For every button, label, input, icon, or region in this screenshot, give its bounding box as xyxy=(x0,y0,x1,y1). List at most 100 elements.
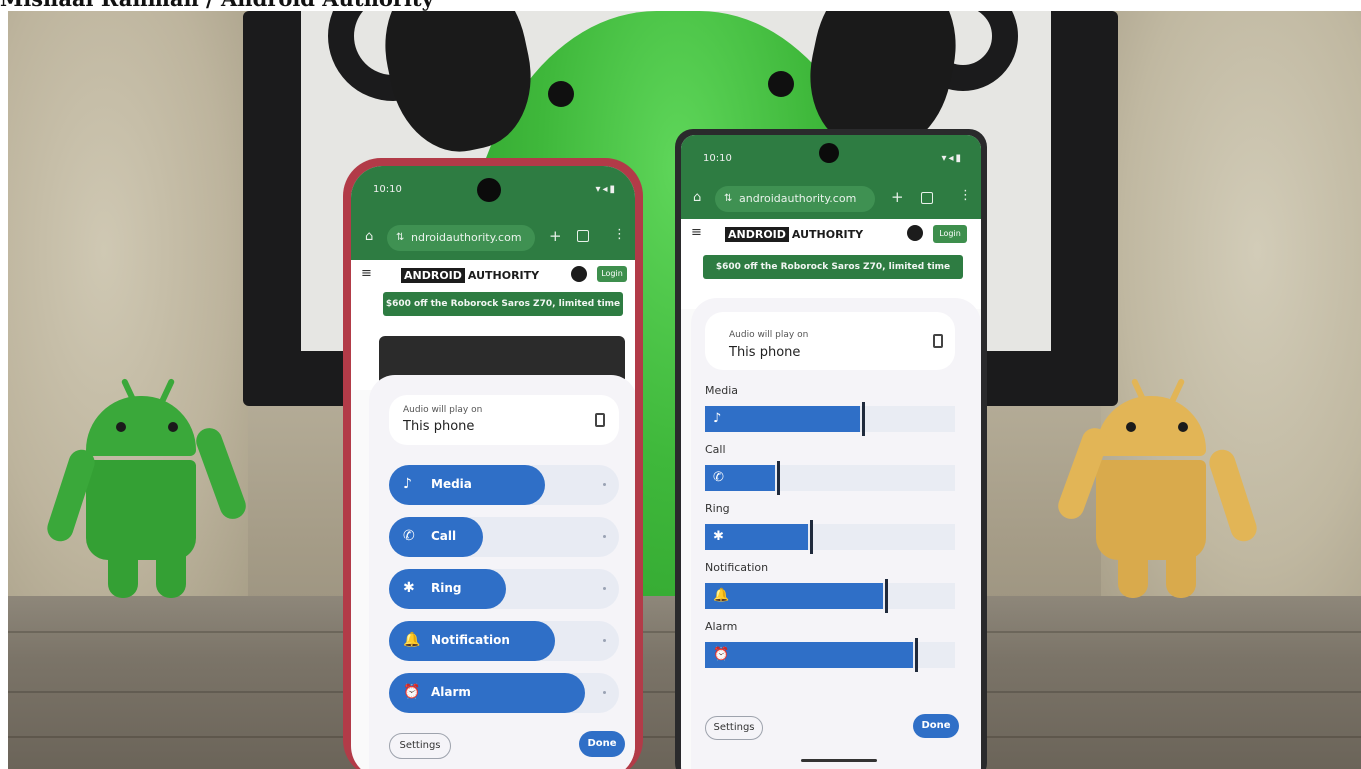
slider-fill: ✆ Call xyxy=(389,517,483,557)
plush-eye xyxy=(768,71,794,97)
home-icon[interactable]: ⌂ xyxy=(365,229,373,244)
android-body xyxy=(86,460,196,560)
slider-label: Alarm xyxy=(431,685,471,699)
android-eye xyxy=(1126,422,1136,432)
site-settings-icon[interactable]: ⇅ xyxy=(396,225,404,251)
settings-button[interactable]: Settings xyxy=(705,716,763,740)
status-bar: 10:10 ▾◂▮ xyxy=(681,135,981,183)
notification-icon: 🔔 xyxy=(403,632,421,648)
tabs-icon[interactable] xyxy=(921,192,933,204)
camera-cutout xyxy=(477,178,501,202)
output-device-card[interactable]: Audio will play on This phone xyxy=(705,312,955,370)
url-bar[interactable]: ⇅ androidauthority.com xyxy=(715,186,875,212)
slider-thumb[interactable] xyxy=(777,461,780,495)
plush-eye xyxy=(548,81,574,107)
new-tab-icon[interactable]: + xyxy=(891,188,904,206)
slider-fill: ✆ xyxy=(705,465,775,491)
login-button[interactable]: Login xyxy=(597,266,627,282)
volume-slider-alarm[interactable]: ⏰ xyxy=(705,638,955,672)
promo-banner[interactable]: $600 off the Roborock Saros Z70, limited… xyxy=(383,292,623,316)
left-phone: 10:10 ▾◂▮ ⌂ ⇅ ndroidauthority.com + ⋮ ≡ … xyxy=(343,158,643,769)
site-logo[interactable]: ANDROID AUTHORITY xyxy=(401,268,539,283)
slider-label: Call xyxy=(431,529,457,543)
url-text: androidauthority.com xyxy=(739,192,857,205)
status-time: 10:10 xyxy=(703,153,732,164)
promo-banner[interactable]: $600 off the Roborock Saros Z70, limited… xyxy=(703,255,963,279)
volume-panel: Audio will play on This phone ♪ Media ✆ Cal… xyxy=(369,375,635,769)
volume-panel: Audio will play on This phone Media ♪ Call… xyxy=(691,298,981,769)
android-leg xyxy=(156,546,186,598)
slider-label: Media xyxy=(431,477,472,491)
gesture-nav-handle[interactable] xyxy=(801,759,877,762)
media-icon: ♪ xyxy=(403,476,412,492)
done-button[interactable]: Done xyxy=(913,714,959,738)
volume-slider-notification[interactable]: 🔔 xyxy=(705,579,955,613)
menu-icon[interactable]: ⋮ xyxy=(959,188,972,203)
alarm-icon: ⏰ xyxy=(403,684,421,700)
slider-end-dot xyxy=(603,483,606,486)
slider-thumb[interactable] xyxy=(915,638,918,672)
status-icons: ▾◂▮ xyxy=(941,153,963,164)
slider-thumb[interactable] xyxy=(862,402,865,436)
slider-label: Ring xyxy=(705,502,730,515)
green-android-figure xyxy=(43,377,258,616)
hamburger-icon[interactable]: ≡ xyxy=(361,266,372,281)
logo-text: AUTHORITY xyxy=(791,228,864,241)
android-arm xyxy=(1205,446,1261,545)
slider-label: Ring xyxy=(431,581,462,595)
volume-slider-ring[interactable]: ✱ xyxy=(705,520,955,554)
tabs-icon[interactable] xyxy=(577,230,589,242)
photo: 10:10 ▾◂▮ ⌂ ⇅ ndroidauthority.com + ⋮ ≡ … xyxy=(8,11,1361,769)
logo-box: ANDROID xyxy=(401,268,465,283)
status-time: 10:10 xyxy=(373,184,402,195)
volume-slider-call[interactable]: ✆ Call xyxy=(389,517,619,557)
android-eye xyxy=(168,422,178,432)
slider-end-dot xyxy=(603,639,606,642)
notification-icon: 🔔 xyxy=(713,588,730,603)
done-button[interactable]: Done xyxy=(579,731,625,757)
slider-end-dot xyxy=(603,535,606,538)
bell-icon[interactable] xyxy=(571,266,587,282)
browser-toolbar: ⌂ ⇅ androidauthority.com + ⋮ xyxy=(681,179,981,219)
site-settings-icon[interactable]: ⇅ xyxy=(724,186,732,212)
slider-thumb[interactable] xyxy=(885,579,888,613)
hamburger-icon[interactable]: ≡ xyxy=(691,225,702,240)
bell-icon[interactable] xyxy=(907,225,923,241)
url-bar[interactable]: ⇅ ndroidauthority.com xyxy=(387,225,535,251)
home-icon[interactable]: ⌂ xyxy=(693,190,701,205)
slider-label: Media xyxy=(705,384,739,397)
media-icon: ♪ xyxy=(713,411,722,426)
volume-slider-notification[interactable]: 🔔 Notification xyxy=(389,621,619,661)
login-button[interactable]: Login xyxy=(933,225,967,243)
android-leg xyxy=(1166,546,1196,598)
status-icons: ▾◂▮ xyxy=(595,184,617,195)
android-eye xyxy=(1178,422,1188,432)
volume-slider-call[interactable]: ✆ xyxy=(705,461,955,495)
ring-icon: ✱ xyxy=(403,580,415,596)
logo-box: ANDROID xyxy=(725,227,789,242)
slider-label: Notification xyxy=(705,561,769,574)
menu-icon[interactable]: ⋮ xyxy=(613,227,626,242)
site-logo[interactable]: ANDROID AUTHORITY xyxy=(725,227,863,242)
output-label: Audio will play on xyxy=(403,405,483,415)
wooden-android-figure xyxy=(1054,377,1268,616)
output-label: Audio will play on xyxy=(729,330,809,340)
web-page: ≡ ANDROID AUTHORITY Login $600 off the Ro… xyxy=(681,219,981,309)
call-icon: ✆ xyxy=(403,528,415,544)
volume-slider-media[interactable]: ♪ xyxy=(705,402,955,436)
left-phone-screen: 10:10 ▾◂▮ ⌂ ⇅ ndroidauthority.com + ⋮ ≡ … xyxy=(351,166,635,769)
output-device-card[interactable]: Audio will play on This phone xyxy=(389,395,619,445)
photo-caption: Mishaal Rahman / Android Authority xyxy=(0,0,434,10)
slider-label: Alarm xyxy=(705,620,738,633)
slider-fill: ⏰ Alarm xyxy=(389,673,585,713)
volume-slider-media[interactable]: ♪ Media xyxy=(389,465,619,505)
slider-label: Call xyxy=(705,443,726,456)
new-tab-icon[interactable]: + xyxy=(549,227,562,245)
android-leg xyxy=(1118,546,1148,598)
volume-slider-ring[interactable]: ✱ Ring xyxy=(389,569,619,609)
slider-thumb[interactable] xyxy=(810,520,813,554)
volume-slider-alarm[interactable]: ⏰ Alarm xyxy=(389,673,619,713)
android-body xyxy=(1096,460,1206,560)
settings-button[interactable]: Settings xyxy=(389,733,451,759)
camera-cutout xyxy=(819,143,839,163)
